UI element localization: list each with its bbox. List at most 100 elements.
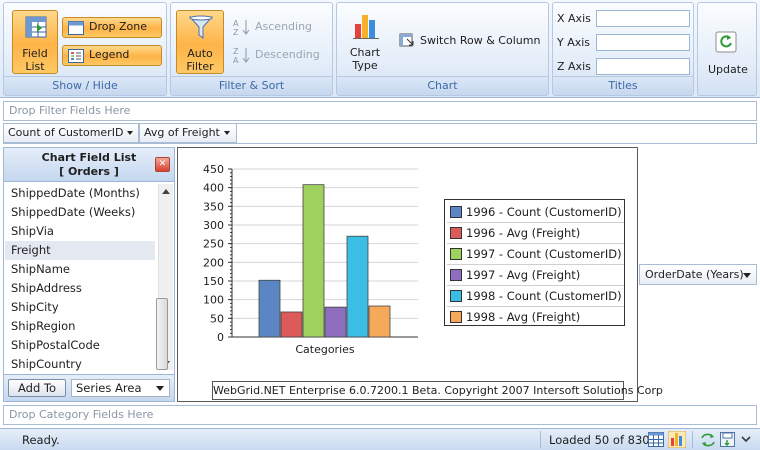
legend-swatch	[450, 290, 462, 302]
descending-button[interactable]: Z A Descending	[231, 45, 331, 65]
status-divider	[692, 431, 693, 448]
chart-group: Chart Type Switch Row & Column Chart	[336, 2, 549, 96]
y-tick-label: 100	[203, 294, 224, 307]
data-field-avg-freight[interactable]: Avg of Freight	[139, 123, 237, 143]
scroll-up-icon[interactable]	[162, 189, 170, 194]
area-select-value: Series Area	[76, 381, 142, 395]
drop-zone-label: Drop Zone	[89, 20, 147, 33]
dropdown-arrow-icon	[127, 131, 134, 135]
legend-swatch	[450, 227, 462, 239]
y-tick-label: 450	[203, 163, 224, 176]
area-select[interactable]: Series Area	[71, 379, 170, 397]
drop-filter-zone[interactable]: Drop Filter Fields Here	[3, 101, 757, 121]
refresh-icon[interactable]	[700, 433, 716, 447]
y-tick-label: 50	[210, 312, 224, 325]
field-list-item[interactable]: ShipVia	[5, 222, 155, 241]
svg-text:A: A	[233, 56, 239, 64]
copyright-notice: WebGrid.NET Enterprise 6.0.7200.1 Beta. …	[212, 381, 663, 400]
switch-row-column-label: Switch Row & Column	[420, 34, 541, 47]
data-field-label: Avg of Freight	[144, 126, 220, 139]
ascending-button[interactable]: A Z Ascending	[231, 17, 331, 37]
field-list-item-selected[interactable]: Freight	[5, 241, 155, 260]
chart-group-label: Chart	[337, 76, 548, 95]
close-icon[interactable]: ✕	[155, 157, 170, 172]
field-list-header: Chart Field List [ Orders ]	[4, 148, 174, 182]
y-tick-label: 350	[203, 200, 224, 213]
y-axis-input[interactable]	[596, 34, 690, 51]
titles-group: X Axis Y Axis Z Axis Titles	[552, 2, 694, 96]
field-list-subtitle: [ Orders ]	[59, 165, 119, 178]
field-list-item[interactable]: ShipPostalCode	[5, 336, 155, 355]
legend-item: 1998 - Count (CustomerID)	[447, 286, 624, 307]
chevron-down-icon[interactable]	[741, 435, 751, 445]
field-list-item[interactable]: ShipName	[5, 260, 155, 279]
field-list-icon	[25, 16, 47, 38]
x-axis-input[interactable]	[596, 10, 690, 27]
loaded-count: Loaded 50 of 830	[549, 433, 650, 447]
z-axis-label: Z Axis	[557, 60, 591, 73]
drop-category-zone[interactable]: Drop Category Fields Here	[3, 405, 757, 425]
z-axis-input[interactable]	[596, 58, 690, 75]
legend-label: 1996 - Count (CustomerID)	[466, 205, 622, 219]
legend-label: 1997 - Avg (Freight)	[466, 268, 581, 282]
field-list-item[interactable]: ShippedDate (Weeks)	[5, 203, 155, 222]
legend-item: 1996 - Avg (Freight)	[447, 223, 624, 244]
bar	[368, 305, 391, 338]
sort-descending-icon: Z A	[233, 47, 250, 64]
drop-zone-icon	[68, 21, 84, 35]
chevron-down-icon	[743, 273, 751, 278]
y-axis-label: Y Axis	[557, 36, 591, 49]
field-list-item[interactable]: ShipRegion	[5, 317, 155, 336]
x-axis-label: Categories	[295, 343, 355, 356]
series-field-label: OrderDate (Years)	[645, 268, 744, 281]
field-list-item[interactable]: ShippedDate (Months)	[5, 184, 155, 203]
legend-swatch	[450, 311, 462, 323]
field-list-item[interactable]: ShipAddress	[5, 279, 155, 298]
titles-group-label: Titles	[553, 76, 693, 95]
series-field-orderdate[interactable]: OrderDate (Years)	[639, 264, 757, 285]
field-list-title: Chart Field List	[41, 151, 137, 164]
filter-sort-group-label: Filter & Sort	[171, 76, 332, 95]
sort-ascending-icon: A Z	[233, 19, 250, 36]
legend-button[interactable]: Legend	[62, 45, 162, 66]
legend-item: 1997 - Avg (Freight)	[447, 265, 624, 286]
auto-filter-button[interactable]: Auto Filter	[176, 10, 224, 74]
chart-type-button[interactable]: Chart Type	[343, 10, 387, 74]
status-divider	[540, 431, 541, 448]
x-axis-label: X Axis	[557, 12, 591, 25]
field-list-label: Field List	[22, 47, 48, 73]
y-tick-label: 400	[203, 182, 224, 195]
drop-zone-button[interactable]: Drop Zone	[62, 17, 162, 38]
bar	[280, 311, 303, 338]
svg-text:Z: Z	[233, 28, 239, 36]
y-tick-label: 300	[203, 219, 224, 232]
ascending-label: Ascending	[255, 20, 313, 33]
update-label: Update	[708, 63, 748, 76]
dropdown-arrow-icon	[223, 131, 230, 135]
svg-text:A: A	[233, 19, 239, 28]
status-text: Ready.	[22, 433, 60, 447]
field-list-item[interactable]: ShipCountry	[5, 355, 155, 374]
legend-swatch	[450, 248, 462, 260]
legend-label: 1998 - Avg (Freight)	[466, 310, 581, 324]
show-hide-group-label: Show / Hide	[4, 76, 166, 95]
descending-label: Descending	[255, 48, 320, 61]
bar	[302, 184, 325, 338]
switch-row-column-button[interactable]: Switch Row & Column	[397, 31, 547, 51]
grid-view-icon[interactable]	[648, 432, 664, 447]
y-tick-label: 0	[217, 331, 224, 344]
legend-icon	[68, 49, 84, 63]
chart-legend: 1996 - Count (CustomerID) 1996 - Avg (Fr…	[444, 199, 625, 326]
legend-label: 1998 - Count (CustomerID)	[466, 289, 622, 303]
update-button[interactable]: Update	[700, 5, 754, 93]
field-list-item[interactable]: ShipCity	[5, 298, 155, 317]
switch-row-column-icon	[399, 33, 414, 47]
legend-swatch	[450, 206, 462, 218]
chart-view-icon[interactable]	[668, 431, 686, 448]
add-to-button[interactable]: Add To	[8, 379, 66, 397]
legend-item: 1998 - Avg (Freight)	[447, 307, 624, 328]
scroll-thumb[interactable]	[156, 298, 168, 370]
field-list-button[interactable]: Field List	[12, 10, 58, 74]
save-icon[interactable]	[720, 432, 735, 447]
data-field-count-customerid[interactable]: Count of CustomerID	[3, 123, 139, 143]
